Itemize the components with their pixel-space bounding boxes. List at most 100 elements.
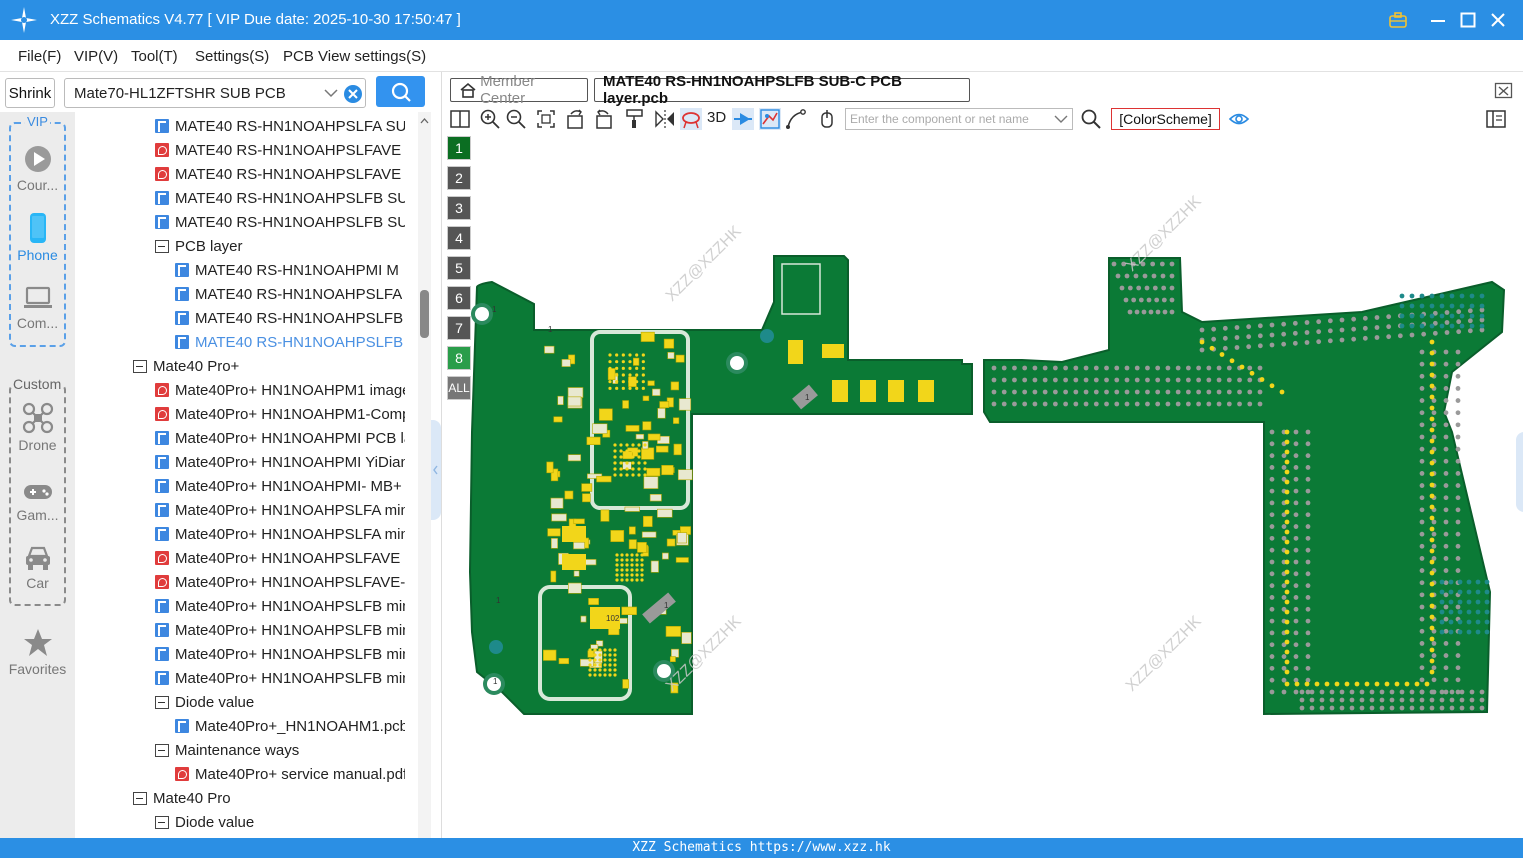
via-dot[interactable]: [1443, 422, 1449, 428]
component-pad[interactable]: [788, 340, 803, 364]
view-3d-button[interactable]: 3D: [707, 109, 726, 126]
bga-ball[interactable]: [631, 449, 635, 453]
bga-ball[interactable]: [620, 558, 624, 562]
via-dot[interactable]: [1389, 705, 1395, 711]
via-dot[interactable]: [1134, 389, 1140, 395]
via-dot[interactable]: [1305, 535, 1311, 541]
via-dot[interactable]: [1141, 309, 1147, 315]
via-dot[interactable]: [1305, 618, 1311, 624]
pad-dot[interactable]: [1429, 515, 1435, 521]
via-dot[interactable]: [1257, 389, 1263, 395]
component-pad[interactable]: [625, 425, 640, 432]
via-dot[interactable]: [1455, 361, 1461, 367]
via-dot[interactable]: [1257, 333, 1263, 339]
via-dot[interactable]: [1467, 318, 1473, 324]
via-dot[interactable]: [1226, 365, 1232, 371]
via-dot[interactable]: [1443, 677, 1449, 683]
pad-dot[interactable]: [1429, 416, 1435, 422]
component-pad[interactable]: [564, 490, 574, 500]
component-pad[interactable]: [568, 582, 582, 594]
teal-via[interactable]: [1484, 629, 1490, 635]
pad-dot[interactable]: [1284, 539, 1290, 545]
bga-ball[interactable]: [628, 386, 632, 390]
via-dot[interactable]: [1257, 401, 1263, 407]
via-dot[interactable]: [1155, 401, 1161, 407]
via-dot[interactable]: [1145, 401, 1150, 407]
via-dot[interactable]: [1111, 261, 1117, 267]
via-dot[interactable]: [1169, 285, 1175, 291]
pad-dot[interactable]: [1429, 570, 1435, 576]
pad-dot[interactable]: [1284, 559, 1290, 565]
via-dot[interactable]: [1419, 349, 1425, 355]
via-dot[interactable]: [1459, 697, 1465, 703]
via-dot[interactable]: [1455, 349, 1461, 355]
component-pad[interactable]: [662, 552, 669, 560]
pad-dot[interactable]: [1284, 609, 1290, 615]
bga-ball[interactable]: [637, 443, 641, 447]
via-dot[interactable]: [1419, 446, 1425, 452]
bga-ball[interactable]: [635, 380, 639, 384]
component-pad[interactable]: [655, 445, 669, 453]
pad-dot[interactable]: [1429, 548, 1435, 554]
via-dot[interactable]: [1459, 705, 1465, 711]
teal-via[interactable]: [1469, 293, 1475, 299]
via-dot[interactable]: [1293, 441, 1299, 447]
via-dot[interactable]: [1443, 628, 1449, 634]
via-dot[interactable]: [1154, 297, 1160, 303]
via-dot[interactable]: [1293, 583, 1299, 589]
via-dot[interactable]: [1104, 401, 1109, 407]
component-pad[interactable]: [573, 518, 585, 525]
bga-ball[interactable]: [619, 455, 623, 459]
via-dot[interactable]: [1093, 377, 1099, 383]
via-dot[interactable]: [1293, 654, 1299, 659]
component-pad[interactable]: [567, 387, 584, 398]
bga-ball[interactable]: [625, 449, 629, 453]
bga-ball[interactable]: [593, 668, 597, 672]
via-dot[interactable]: [1022, 389, 1028, 395]
via-dot[interactable]: [1127, 309, 1133, 315]
bga-ball[interactable]: [630, 563, 634, 567]
via-dot[interactable]: [1419, 422, 1425, 428]
via-dot[interactable]: [1305, 559, 1311, 565]
via-dot[interactable]: [1196, 401, 1202, 407]
via-dot[interactable]: [1093, 365, 1099, 371]
via-dot[interactable]: [1127, 285, 1133, 291]
bga-ball[interactable]: [641, 380, 645, 384]
bga-ball[interactable]: [613, 648, 617, 652]
via-dot[interactable]: [1292, 330, 1298, 336]
via-dot[interactable]: [1165, 377, 1171, 383]
pad-dot[interactable]: [1284, 449, 1290, 455]
bga-ball[interactable]: [593, 658, 597, 662]
tree-item[interactable]: Mate40Pro+ service manual.pdf: [175, 762, 405, 786]
component-pad[interactable]: [649, 494, 662, 502]
tree-item[interactable]: Mate40Pro+ HN1NOAHPMI YiDian: [155, 450, 405, 474]
via-dot[interactable]: [1431, 543, 1437, 549]
via-dot[interactable]: [1419, 616, 1425, 622]
via-dot[interactable]: [1419, 361, 1425, 367]
bga-ball[interactable]: [635, 578, 639, 582]
teal-via[interactable]: [1439, 313, 1445, 319]
component-pad[interactable]: [567, 396, 582, 407]
tree-item[interactable]: MATE40 RS-HN1NOAHPSLFB: [175, 330, 405, 354]
pad-dot[interactable]: [1429, 405, 1435, 411]
via-dot[interactable]: [1032, 377, 1038, 383]
bga-ball[interactable]: [640, 553, 644, 557]
via-dot[interactable]: [1339, 697, 1345, 703]
pad-dot[interactable]: [1429, 427, 1435, 433]
component-pad[interactable]: [582, 493, 591, 503]
bga-ball[interactable]: [619, 467, 623, 471]
bga-ball[interactable]: [615, 373, 619, 377]
pad-dot[interactable]: [1429, 394, 1435, 400]
via-dot[interactable]: [1419, 386, 1425, 391]
category-phone[interactable]: Phone: [0, 212, 75, 263]
teal-via[interactable]: [1449, 293, 1455, 299]
component-pad[interactable]: [598, 408, 613, 421]
bga-ball[interactable]: [631, 473, 635, 477]
via-dot[interactable]: [1269, 500, 1275, 506]
panel-toggle-icon[interactable]: [1485, 108, 1507, 130]
via-dot[interactable]: [1374, 335, 1380, 340]
bga-ball[interactable]: [635, 568, 639, 572]
via-dot[interactable]: [1419, 495, 1425, 501]
via-dot[interactable]: [1175, 365, 1181, 371]
bga-ball[interactable]: [598, 658, 602, 662]
